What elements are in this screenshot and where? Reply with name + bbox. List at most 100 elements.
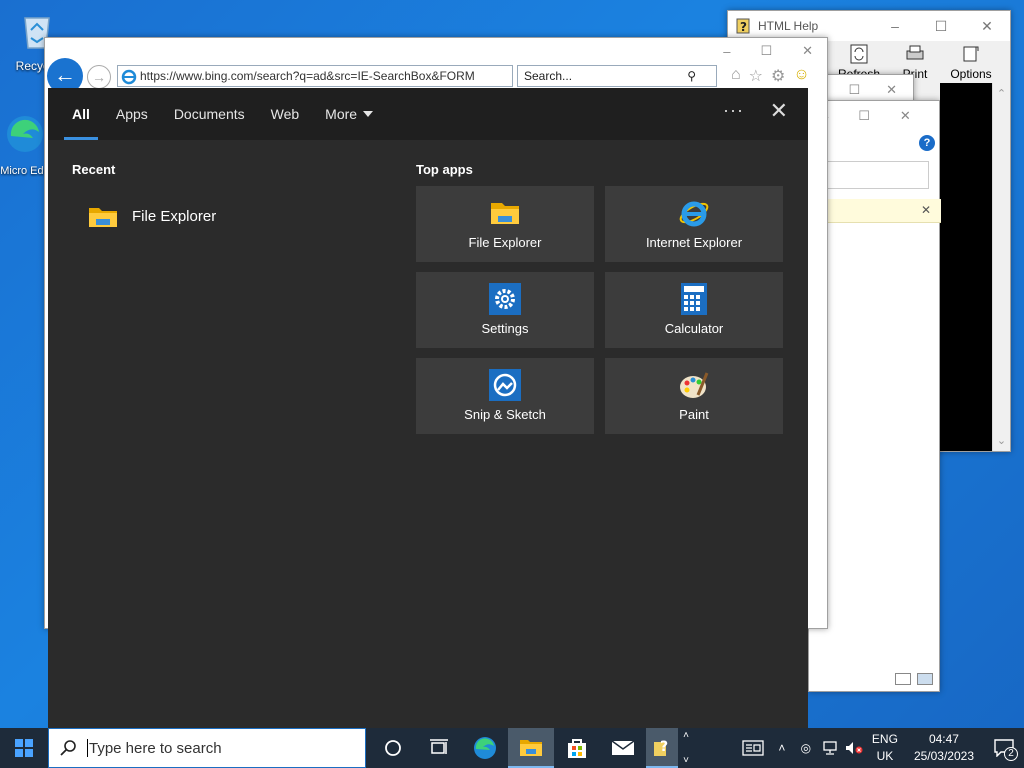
more-options-icon[interactable]: ··· (723, 100, 744, 121)
file-explorer-icon (491, 203, 519, 224)
refresh-icon (850, 44, 868, 64)
help-window-title: HTML Help (758, 19, 819, 33)
desktop-icon-label: Micro Edg (0, 165, 50, 177)
search-placeholder: Search... (524, 69, 573, 83)
close-icon[interactable]: ✕ (770, 98, 788, 124)
chevron-up-icon: ˄ (683, 730, 689, 741)
svg-text:?: ? (660, 739, 668, 755)
close-icon[interactable]: ✕ (921, 203, 931, 217)
file-explorer-icon (520, 740, 542, 756)
top-app-calculator[interactable]: Calculator (605, 272, 783, 348)
help-scrollbar[interactable]: ⌃ ⌄ (992, 83, 1010, 451)
system-clock[interactable]: 04:47 25/03/2023 (914, 731, 974, 765)
address-bar[interactable]: https://www.bing.com/search?q=ad&src=IE-… (117, 65, 513, 87)
top-app-paint[interactable]: Paint (605, 358, 783, 434)
taskbar-html-help[interactable]: ? (646, 728, 678, 768)
close-button[interactable]: ✕ (900, 108, 911, 124)
top-apps-heading: Top apps (416, 162, 473, 177)
minimize-button[interactable]: – (872, 11, 918, 41)
taskbar-search-input[interactable]: Type here to search (48, 728, 366, 768)
home-icon[interactable]: ⌂ (731, 66, 741, 86)
svg-text:?: ? (740, 20, 747, 34)
news-widget-icon[interactable] (736, 728, 770, 768)
close-button[interactable]: ✕ (886, 82, 897, 98)
address-text: https://www.bing.com/search?q=ad&src=IE-… (140, 69, 475, 83)
gear-icon[interactable]: ⚙ (771, 66, 785, 86)
gear-icon (489, 283, 521, 315)
taskbar-store[interactable] (554, 728, 600, 768)
options-button[interactable]: Options (950, 43, 992, 81)
tab-more[interactable]: More (325, 88, 374, 140)
recent-item-label: File Explorer (132, 207, 217, 225)
edge-icon (474, 737, 496, 759)
recent-heading: Recent (72, 162, 116, 177)
network-icon[interactable] (818, 728, 842, 768)
top-app-settings[interactable]: Settings (416, 272, 594, 348)
file-explorer-icon (89, 208, 117, 227)
clock-date: 25/03/2023 (913, 749, 974, 763)
desktop-icon-edge[interactable]: Micro Edg (0, 112, 50, 177)
start-button[interactable] (0, 728, 48, 768)
clock-time: 04:47 (928, 732, 959, 746)
maximize-button[interactable]: ☐ (760, 43, 772, 59)
maximize-button[interactable]: ☐ (858, 108, 870, 124)
search-placeholder: Type here to search (89, 739, 222, 757)
notification-center-button[interactable]: 2 (984, 728, 1024, 768)
snip-sketch-icon (489, 369, 521, 401)
smiley-icon[interactable]: ☺ (793, 66, 809, 86)
help-icon: ? (654, 739, 668, 756)
info-bar: ✕ (809, 199, 941, 223)
webcam-icon[interactable]: ◎ (794, 728, 818, 768)
ie-search-box[interactable]: Search... ⚲ (517, 65, 717, 87)
cortana-button[interactable] (370, 728, 416, 768)
close-button[interactable]: ✕ (964, 11, 1010, 41)
ie-page-icon (121, 69, 137, 85)
options-icon (963, 46, 979, 62)
internet-explorer-icon (679, 201, 709, 227)
close-button[interactable]: ✕ (802, 43, 813, 59)
minimize-button[interactable]: – (723, 44, 730, 59)
recent-item-file-explorer[interactable]: File Explorer (88, 204, 216, 228)
search-flyout: All Apps Documents Web More ··· ✕ Recent… (48, 88, 808, 728)
edge-icon (7, 116, 43, 152)
chevron-down-icon (363, 111, 374, 117)
search-icon[interactable]: ⚲ (687, 69, 696, 83)
tab-apps[interactable]: Apps (116, 88, 148, 140)
taskbar-scroll[interactable]: ˄ ˅ (678, 728, 694, 768)
task-view-icon (430, 739, 448, 754)
details-view-icon[interactable] (895, 673, 911, 685)
search-tabs: All Apps Documents Web More ··· ✕ (48, 88, 808, 140)
top-app-file-explorer[interactable]: File Explorer (416, 186, 594, 262)
favorites-star-icon[interactable]: ☆ (749, 66, 763, 86)
forward-button[interactable]: → (87, 65, 111, 89)
tab-web[interactable]: Web (271, 88, 300, 140)
system-tray: ˄ ◎ ENG UK 04:47 25/03/2023 2 (736, 728, 1024, 768)
volume-muted-icon[interactable] (842, 728, 866, 768)
taskbar-mail[interactable] (600, 728, 646, 768)
chevron-up-icon[interactable]: ˄ (770, 728, 794, 768)
windows-logo-icon (15, 739, 33, 757)
help-content-pane (940, 83, 992, 451)
store-bag-icon (568, 739, 586, 758)
calculator-icon (681, 283, 707, 315)
task-view-button[interactable] (416, 728, 462, 768)
top-app-snip-sketch[interactable]: Snip & Sketch (416, 358, 594, 434)
top-app-internet-explorer[interactable]: Internet Explorer (605, 186, 783, 262)
maximize-button[interactable]: ☐ (848, 82, 860, 98)
cortana-icon (385, 740, 401, 756)
search-icon (60, 740, 76, 756)
notification-badge: 2 (1004, 747, 1018, 761)
paint-palette-icon (680, 372, 709, 398)
help-icon[interactable]: ? (919, 135, 935, 151)
view-icons (895, 673, 933, 685)
input-language[interactable]: ENG UK (872, 731, 898, 765)
taskbar-edge[interactable] (462, 728, 508, 768)
tab-documents[interactable]: Documents (174, 88, 245, 140)
preview-view-icon[interactable] (917, 673, 933, 685)
text-caret (87, 739, 88, 757)
print-icon (906, 45, 924, 60)
tab-all[interactable]: All (64, 88, 98, 140)
taskbar: Type here to search ? ˄ ˅ ˄ ◎ ENG UK 04:… (0, 728, 1024, 768)
maximize-button[interactable]: ☐ (918, 11, 964, 41)
taskbar-file-explorer[interactable] (508, 728, 554, 768)
